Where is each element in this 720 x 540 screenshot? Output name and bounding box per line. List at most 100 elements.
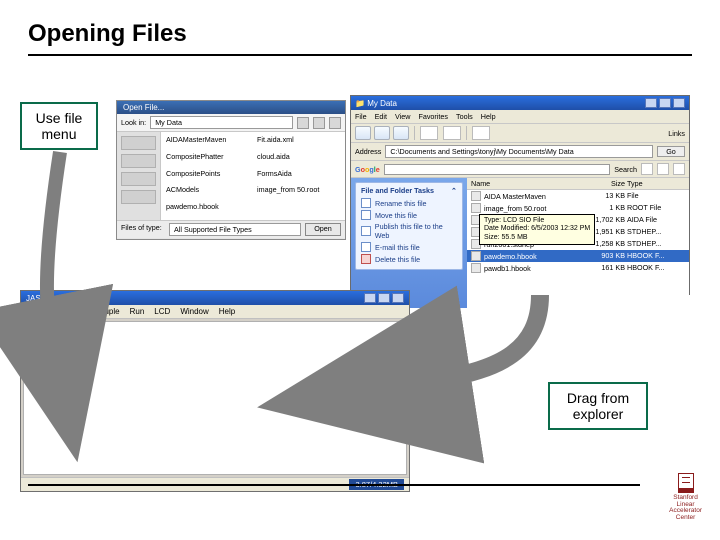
jas3-title: JAS3: [26, 294, 45, 303]
open-file-list[interactable]: AIDAMasterMaven Fit.aida.xml CompositePh…: [161, 132, 345, 220]
file-icon: [471, 251, 481, 261]
menu-view[interactable]: View: [395, 112, 410, 121]
menu-lcd[interactable]: LCD: [154, 307, 170, 316]
delete-icon: [361, 254, 371, 264]
col-type[interactable]: Type: [627, 179, 685, 188]
close-button[interactable]: [392, 293, 404, 303]
views-button[interactable]: [472, 126, 490, 140]
stanford-logo: Stanford Linear Accelerator Center: [669, 473, 702, 522]
jas3-window: JAS3 File Edit View Tuple Run LCD Window…: [20, 290, 410, 492]
explorer-title: 📁 My Data: [355, 99, 397, 108]
menu-edit[interactable]: Edit: [375, 112, 387, 121]
explorer-menu-bar: File Edit View Favorites Tools Help: [351, 110, 689, 124]
file-row[interactable]: image_from 50.root1 KBROOT File: [467, 202, 689, 214]
place-item[interactable]: [121, 190, 156, 204]
menu-file[interactable]: File: [26, 307, 39, 316]
google-search-button[interactable]: Search: [614, 165, 637, 174]
col-name[interactable]: Name: [471, 179, 581, 188]
explorer-window: 📁 My Data File Edit View Favorites Tools…: [350, 95, 690, 295]
open-file-item[interactable]: CompositePoints: [166, 169, 249, 184]
col-size[interactable]: Size: [583, 179, 625, 188]
open-file-item[interactable]: image_from 50.root: [257, 185, 340, 200]
open-file-item[interactable]: Fit.aida.xml: [257, 135, 340, 150]
open-file-dialog: Open File... Look in: My Data AIDAMaster…: [116, 100, 346, 240]
collapse-icon[interactable]: ⌃: [451, 186, 457, 195]
open-file-item[interactable]: FormsAida: [257, 169, 340, 184]
open-file-item[interactable]: AIDAMasterMaven: [166, 135, 249, 150]
rename-icon: [361, 198, 371, 208]
open-file-item[interactable]: cloud.aida: [257, 152, 340, 167]
task-move[interactable]: Move this file: [361, 210, 457, 220]
close-button[interactable]: [673, 98, 685, 108]
menu-window[interactable]: Window: [180, 307, 208, 316]
footer-rule: [28, 484, 640, 486]
menu-tools[interactable]: Tools: [456, 112, 473, 121]
explorer-toolbar: Links: [351, 124, 689, 143]
open-file-item[interactable]: CompositePhatter: [166, 152, 249, 167]
menu-tuple[interactable]: Tuple: [100, 307, 120, 316]
open-file-item[interactable]: pawdemo.hbook: [166, 202, 249, 217]
file-row[interactable]: pawdemo.hbook903 KBHBOOK F...: [467, 250, 689, 262]
callout-use-file-menu: Use file menu: [20, 102, 98, 150]
move-icon: [361, 210, 371, 220]
menu-help[interactable]: Help: [481, 112, 496, 121]
open-button[interactable]: Open: [305, 223, 341, 236]
minimize-button[interactable]: [645, 98, 657, 108]
tasks-header: File and Folder Tasks: [361, 186, 434, 195]
place-item[interactable]: [121, 172, 156, 186]
folders-button[interactable]: [443, 126, 461, 140]
publish-icon: [361, 226, 371, 236]
view-menu-icon[interactable]: [329, 117, 341, 129]
menu-help[interactable]: Help: [219, 307, 235, 316]
back-button[interactable]: [355, 126, 371, 140]
forward-button[interactable]: [374, 126, 390, 140]
links-label: Links: [668, 129, 685, 138]
up-folder-icon[interactable]: [297, 117, 309, 129]
menu-run[interactable]: Run: [130, 307, 145, 316]
explorer-file-list[interactable]: Name Size Type AIDA MasterMaven13 KBFile…: [467, 178, 689, 308]
google-toolbar-icon[interactable]: [673, 163, 685, 175]
up-button[interactable]: [393, 126, 409, 140]
task-email[interactable]: E-mail this file: [361, 242, 457, 252]
maximize-button[interactable]: [378, 293, 390, 303]
menu-view[interactable]: View: [73, 307, 90, 316]
title-rule: [28, 54, 692, 56]
new-folder-icon[interactable]: [313, 117, 325, 129]
task-delete[interactable]: Delete this file: [361, 254, 457, 264]
address-field[interactable]: C:\Documents and Settings\tonyj\My Docum…: [385, 145, 653, 158]
place-item[interactable]: [121, 136, 156, 150]
open-places-bar: [117, 132, 161, 220]
file-icon: [471, 191, 481, 201]
address-label: Address: [355, 147, 381, 156]
email-icon: [361, 242, 371, 252]
open-dialog-title: Open File...: [117, 101, 345, 114]
slide-title: Opening Files: [28, 20, 692, 48]
file-tooltip: Type: LCD SIO File Date Modified: 6/5/20…: [479, 214, 595, 245]
google-toolbar-icon[interactable]: [641, 163, 653, 175]
place-item[interactable]: [121, 154, 156, 168]
file-row[interactable]: AIDA MasterMaven13 KBFile: [467, 190, 689, 202]
filetype-combo[interactable]: All Supported File Types: [169, 223, 301, 236]
jas3-content-area[interactable]: [23, 321, 407, 475]
task-rename[interactable]: Rename this file: [361, 198, 457, 208]
filetype-label: Files of type:: [121, 223, 165, 236]
file-icon: [471, 263, 481, 273]
maximize-button[interactable]: [659, 98, 671, 108]
go-button[interactable]: Go: [657, 146, 685, 157]
explorer-tasks-pane: File and Folder Tasks ⌃ Rename this file…: [351, 178, 467, 308]
jas3-menu-bar: File Edit View Tuple Run LCD Window Help: [21, 305, 409, 319]
look-in-label: Look in:: [121, 118, 146, 127]
menu-file[interactable]: File: [355, 112, 367, 121]
task-publish[interactable]: Publish this file to the Web: [361, 222, 457, 240]
file-row[interactable]: pawdb1.hbook161 KBHBOOK F...: [467, 262, 689, 274]
menu-favorites[interactable]: Favorites: [418, 112, 448, 121]
google-toolbar-icon[interactable]: [657, 163, 669, 175]
google-search-input[interactable]: [384, 164, 610, 175]
minimize-button[interactable]: [364, 293, 376, 303]
file-icon: [471, 203, 481, 213]
menu-edit[interactable]: Edit: [49, 307, 63, 316]
search-button[interactable]: [420, 126, 438, 140]
callout-drag-from-explorer: Drag from explorer: [548, 382, 648, 430]
open-file-item[interactable]: ACModels: [166, 185, 249, 200]
look-in-combo[interactable]: My Data: [150, 116, 293, 129]
